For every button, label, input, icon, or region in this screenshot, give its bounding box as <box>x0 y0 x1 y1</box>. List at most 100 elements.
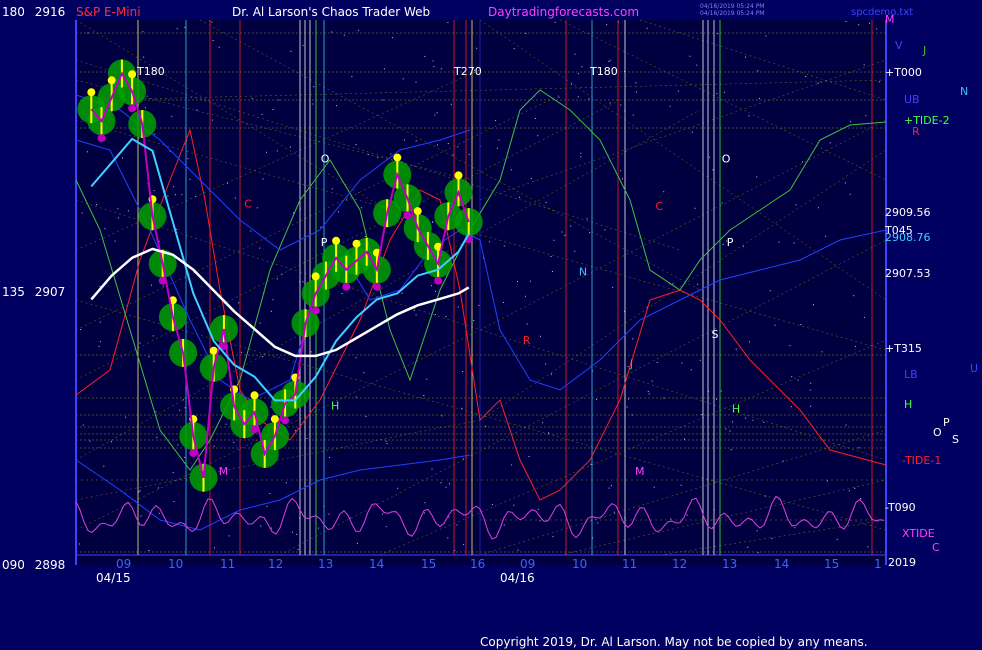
star <box>285 482 287 484</box>
high-dot <box>332 236 341 245</box>
right-label: V <box>895 39 903 52</box>
star <box>690 369 692 371</box>
star <box>802 161 803 163</box>
star <box>402 78 404 80</box>
star <box>752 419 754 421</box>
star <box>581 66 583 68</box>
star <box>270 406 272 408</box>
star <box>526 323 528 325</box>
star <box>635 82 637 84</box>
star <box>413 309 415 311</box>
star <box>610 485 612 487</box>
star <box>328 513 330 515</box>
star <box>863 64 865 66</box>
star <box>510 169 512 171</box>
star <box>463 543 465 545</box>
star <box>782 460 784 462</box>
star <box>269 493 271 494</box>
star <box>545 363 547 365</box>
star <box>821 351 823 353</box>
star <box>656 362 658 363</box>
star <box>485 425 487 427</box>
star <box>391 37 393 39</box>
star <box>218 46 220 48</box>
star <box>876 28 878 30</box>
star <box>377 157 379 159</box>
low-dot <box>128 104 137 113</box>
site-link[interactable]: Daytradingforecasts.com <box>488 5 639 19</box>
high-dot <box>128 70 137 79</box>
star <box>452 154 454 156</box>
star <box>390 153 392 155</box>
star <box>476 47 478 49</box>
star <box>296 533 298 535</box>
low-dot <box>281 416 290 425</box>
star <box>554 21 556 23</box>
star <box>519 196 521 198</box>
star <box>795 204 797 206</box>
star <box>329 457 330 459</box>
star <box>825 235 827 237</box>
star <box>225 423 227 425</box>
planet-letter: H <box>732 402 740 415</box>
star <box>539 520 541 522</box>
star <box>144 107 146 109</box>
star <box>473 320 475 321</box>
star <box>552 536 554 538</box>
star <box>114 240 116 242</box>
star <box>534 118 536 119</box>
star <box>597 522 599 524</box>
star <box>382 513 383 515</box>
star <box>80 329 82 330</box>
star <box>177 444 179 446</box>
star <box>423 512 425 514</box>
star <box>456 524 458 526</box>
star <box>691 131 693 133</box>
star <box>415 81 417 83</box>
x-tick: 09 <box>520 557 535 571</box>
star <box>606 24 608 26</box>
star <box>878 81 880 83</box>
star <box>331 188 333 190</box>
star <box>424 55 426 57</box>
star <box>797 379 799 381</box>
right-label: -T090 <box>885 501 916 514</box>
star <box>142 31 144 33</box>
right-label: N <box>960 85 968 98</box>
star <box>259 322 261 324</box>
star <box>143 56 145 58</box>
star <box>423 395 425 396</box>
star <box>415 314 417 316</box>
star <box>858 24 860 26</box>
star <box>196 109 198 111</box>
star <box>79 543 80 545</box>
star <box>858 447 860 449</box>
star <box>140 515 142 517</box>
star <box>684 438 685 440</box>
star <box>98 345 100 347</box>
star <box>588 98 590 100</box>
star <box>276 150 278 152</box>
star <box>302 281 304 283</box>
star <box>184 456 186 458</box>
star <box>89 440 91 442</box>
star <box>266 151 267 153</box>
star <box>251 97 253 99</box>
star <box>793 242 795 244</box>
star <box>503 302 505 303</box>
star <box>845 21 847 22</box>
low-dot <box>372 282 381 291</box>
star <box>540 335 541 337</box>
star <box>867 546 869 548</box>
star <box>363 372 365 374</box>
star <box>503 245 505 247</box>
right-label: C <box>932 541 940 554</box>
x-tick: 09 <box>116 557 131 571</box>
star <box>550 256 552 257</box>
star <box>570 83 572 85</box>
star <box>577 96 579 98</box>
right-label: S <box>952 433 959 446</box>
high-dot <box>352 239 361 248</box>
high-dot <box>413 207 422 216</box>
star <box>689 55 691 57</box>
